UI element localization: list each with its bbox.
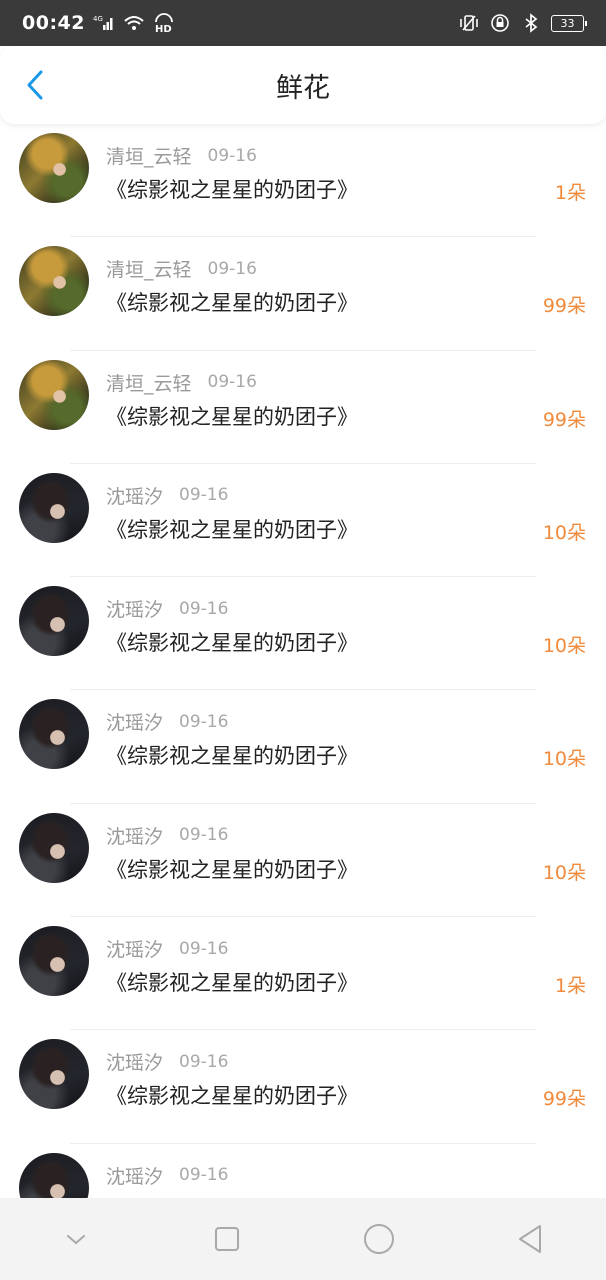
- date: 09-16: [207, 372, 257, 393]
- avatar[interactable]: [19, 1039, 89, 1110]
- flower-count: 1朵: [554, 182, 586, 204]
- nav-collapse-button[interactable]: [46, 1209, 106, 1269]
- username: 沈瑶汐: [106, 825, 164, 848]
- book-title: 《综影视之星星的奶团子》: [106, 1084, 358, 1109]
- back-button[interactable]: [18, 68, 52, 102]
- nav-recent-apps-button[interactable]: [197, 1209, 257, 1269]
- flower-count: 10朵: [542, 521, 586, 544]
- battery-level: 33: [560, 16, 575, 30]
- nav-home-button[interactable]: [349, 1209, 409, 1269]
- flower-record-list[interactable]: 清垣_云轻 09-16 《综影视之星星的奶团子》 1朵 清垣_云轻 09-16 《综影视之星…: [0, 124, 606, 1198]
- username: 沈瑶汐: [106, 599, 164, 622]
- flower-count: 99朵: [542, 408, 586, 431]
- book-title: 《综影视之星星的奶团子》: [106, 971, 358, 996]
- date: 09-16: [207, 145, 257, 166]
- status-bar: 00:42 4G HD 33: [0, 0, 606, 46]
- vibrate-icon: [458, 13, 480, 33]
- flower-count: 99朵: [542, 1088, 586, 1111]
- list-item[interactable]: 沈瑶汐 09-16 《综影视之星星的奶团子》 10朵: [0, 577, 606, 691]
- item-meta: 清垣_云轻 09-16: [106, 142, 257, 169]
- system-nav-bar: [0, 1198, 606, 1280]
- hd-icon: HD: [153, 13, 175, 33]
- list-item[interactable]: 沈瑶汐 09-16 《综影视之星星的奶团子》 99朵: [0, 1030, 606, 1144]
- username: 清垣_云轻: [106, 372, 192, 395]
- flower-count: 10朵: [542, 861, 586, 884]
- wifi-icon: [123, 13, 145, 33]
- home-circle-icon: [363, 1224, 394, 1254]
- status-time: 00:42: [22, 12, 85, 34]
- avatar[interactable]: [19, 926, 89, 997]
- avatar[interactable]: [19, 699, 89, 770]
- avatar[interactable]: [19, 472, 89, 543]
- date: 09-16: [179, 825, 229, 846]
- book-title: 《综影视之星星的奶团子》: [106, 744, 358, 769]
- status-left: 00:42 4G HD: [22, 12, 175, 34]
- item-meta: 沈瑶汐 09-16: [106, 822, 228, 849]
- item-meta: 沈瑶汐 09-16: [106, 482, 228, 509]
- date: 09-16: [179, 1051, 229, 1072]
- battery-icon: 33: [551, 14, 587, 32]
- list-item[interactable]: 沈瑶汐 09-16 《综影视之星星的奶团子》 10朵: [0, 464, 606, 578]
- username: 沈瑶汐: [106, 939, 164, 962]
- username: 沈瑶汐: [106, 1052, 164, 1075]
- avatar[interactable]: [19, 359, 89, 430]
- book-title: 《综影视之星星的奶团子》: [106, 857, 358, 882]
- item-meta: 沈瑶汐 09-16: [106, 595, 228, 622]
- lock-rotation-icon: [489, 13, 511, 33]
- item-meta: 沈瑶汐 09-16: [106, 935, 228, 962]
- avatar[interactable]: [19, 586, 89, 657]
- signal-icon: 4G: [93, 13, 115, 33]
- network-type-label: 4G: [93, 15, 103, 23]
- username: 沈瑶汐: [106, 485, 164, 508]
- avatar[interactable]: [19, 133, 89, 203]
- username: 清垣_云轻: [106, 259, 192, 282]
- date: 09-16: [179, 1165, 229, 1186]
- list-item[interactable]: 沈瑶汐 09-16 《综影视之星星的奶团子》 1朵: [0, 917, 606, 1031]
- username: 清垣_云轻: [106, 146, 192, 168]
- avatar[interactable]: [19, 246, 89, 317]
- date: 09-16: [179, 938, 229, 959]
- book-title: 《综影视之星星的奶团子》: [106, 631, 358, 656]
- bluetooth-icon: [520, 13, 542, 33]
- username: 沈瑶汐: [106, 712, 164, 735]
- recent-apps-square-icon: [215, 1227, 240, 1251]
- back-triangle-icon: [519, 1225, 542, 1253]
- book-title: 《综影视之星星的奶团子》: [106, 178, 358, 202]
- flower-count: 99朵: [542, 295, 586, 318]
- list-item[interactable]: 沈瑶汐 09-16 《综影视之星星的奶团子》 10朵: [0, 690, 606, 804]
- list-item[interactable]: 沈瑶汐 09-16 《综影视之星星的奶团子》 10朵: [0, 804, 606, 918]
- hd-label: HD: [155, 24, 172, 33]
- item-meta: 清垣_云轻 09-16: [106, 255, 257, 282]
- date: 09-16: [207, 258, 257, 279]
- list-item[interactable]: 清垣_云轻 09-16 《综影视之星星的奶团子》 1朵: [0, 124, 606, 238]
- book-title: 《综影视之星星的奶团子》: [106, 291, 358, 316]
- item-meta: 清垣_云轻 09-16: [106, 369, 257, 396]
- username: 沈瑶汐: [106, 1165, 164, 1188]
- book-title: 《综影视之星星的奶团子》: [106, 517, 358, 542]
- date: 09-16: [179, 711, 229, 732]
- chevron-down-icon: [66, 1235, 85, 1245]
- avatar[interactable]: [19, 812, 89, 883]
- flower-count: 1朵: [554, 975, 586, 998]
- flower-count: 10朵: [542, 748, 586, 771]
- page-title: 鲜花: [276, 72, 330, 104]
- item-meta: 沈瑶汐 09-16: [106, 1048, 228, 1075]
- app-header: 鲜花: [0, 46, 606, 124]
- chevron-left-icon: [27, 70, 43, 100]
- nav-back-button[interactable]: [500, 1209, 560, 1269]
- avatar[interactable]: [19, 1152, 89, 1198]
- book-title: 《综影视之星星的奶团子》: [106, 404, 358, 429]
- list-item[interactable]: 清垣_云轻 09-16 《综影视之星星的奶团子》 99朵: [0, 351, 606, 464]
- date: 09-16: [179, 598, 229, 619]
- item-meta: 沈瑶汐 09-16: [106, 1162, 228, 1189]
- flower-count: 10朵: [542, 635, 586, 658]
- list-item[interactable]: 清垣_云轻 09-16 《综影视之星星的奶团子》 99朵: [0, 237, 606, 351]
- status-right: 33: [458, 13, 587, 33]
- date: 09-16: [179, 485, 229, 506]
- item-meta: 沈瑶汐 09-16: [106, 708, 228, 735]
- list-item[interactable]: 沈瑶汐09-16《综影视之星星的奶团子》1朵: [0, 1144, 606, 1198]
